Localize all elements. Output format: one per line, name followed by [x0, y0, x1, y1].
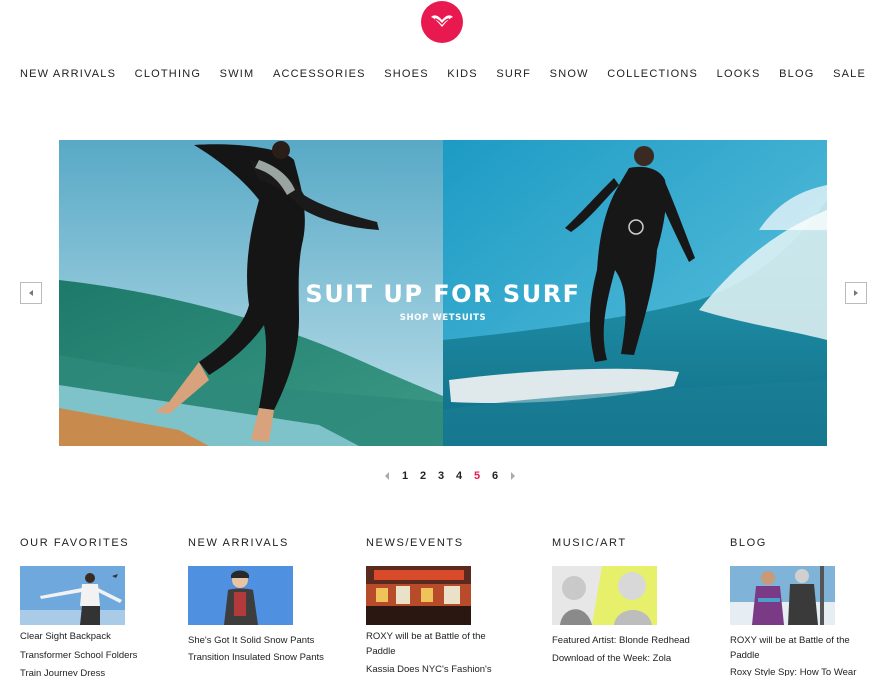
nav-surf[interactable]: SURF [496, 68, 531, 80]
nav-swim[interactable]: SWIM [220, 68, 255, 80]
hero-image [59, 140, 827, 446]
main-nav: NEW ARRIVALS CLOTHING SWIM ACCESSORIES S… [20, 66, 866, 82]
nav-shoes[interactable]: SHOES [384, 68, 429, 80]
roxy-logo[interactable] [421, 1, 463, 43]
music-image [552, 566, 657, 625]
nav-kids[interactable]: KIDS [447, 68, 477, 80]
pager-prev-button[interactable] [378, 472, 396, 480]
section-title: NEW ARRIVALS [188, 537, 289, 549]
favorites-link-1[interactable]: Clear Sight Backpack [20, 630, 170, 645]
chevron-right-icon [854, 290, 858, 296]
nav-looks[interactable]: LOOKS [717, 68, 761, 80]
favorites-image [20, 566, 125, 625]
blog-link-2[interactable]: Roxy Style Spy: How To Wear [730, 666, 880, 676]
hero-banner[interactable]: SUIT UP FOR SURF SHOP WETSUITS [59, 140, 827, 446]
blog-image [730, 566, 835, 625]
favorites-link-2[interactable]: Transformer School Folders [20, 649, 170, 664]
nav-snow[interactable]: SNOW [550, 68, 589, 80]
blog-thumbnail[interactable] [730, 566, 835, 625]
news-thumbnail[interactable] [366, 566, 471, 625]
nav-new-arrivals[interactable]: NEW ARRIVALS [20, 68, 116, 80]
section-title: MUSIC/ART [552, 537, 627, 549]
blog-section: BLOG ROXY will be at Battle of the Paddl… [730, 537, 880, 676]
arrivals-link-1[interactable]: She's Got It Solid Snow Pants [188, 634, 338, 649]
nav-collections[interactable]: COLLECTIONS [607, 68, 698, 80]
hero-next-button[interactable] [845, 282, 867, 304]
pager-page-6[interactable]: 6 [486, 470, 504, 482]
pager-page-3[interactable]: 3 [432, 470, 450, 482]
new-arrivals-section: NEW ARRIVALS She's Got It Solid Snow Pan… [188, 537, 338, 663]
nav-clothing[interactable]: CLOTHING [135, 68, 201, 80]
chevron-right-icon [511, 472, 515, 480]
section-title: OUR FAVORITES [20, 537, 130, 549]
shop-wetsuits-link[interactable]: SHOP WETSUITS [59, 313, 827, 323]
chevron-left-icon [385, 472, 389, 480]
news-link-1[interactable]: ROXY will be at Battle of the Paddle [366, 630, 516, 659]
arrivals-link-2[interactable]: Transition Insulated Snow Pants [188, 651, 338, 666]
favorites-link-3[interactable]: Train Journey Dress [20, 667, 170, 676]
carousel-pager: 1 2 3 4 5 6 [378, 468, 522, 484]
nav-accessories[interactable]: ACCESSORIES [273, 68, 366, 80]
chevron-left-icon [29, 290, 33, 296]
favorites-thumbnail[interactable] [20, 566, 125, 625]
music-link-1[interactable]: Featured Artist: Blonde Redhead [552, 634, 702, 649]
hero-prev-button[interactable] [20, 282, 42, 304]
music-link-2[interactable]: Download of the Week: Zola [552, 652, 702, 667]
heart-logo-icon [431, 15, 453, 27]
nav-sale[interactable]: SALE [833, 68, 866, 80]
news-image [366, 566, 471, 625]
nav-blog[interactable]: BLOG [779, 68, 814, 80]
music-thumbnail[interactable] [552, 566, 657, 625]
pager-page-1[interactable]: 1 [396, 470, 414, 482]
favorites-section: OUR FAVORITES Clear Sight Backpack Trans… [20, 537, 170, 676]
music-art-section: MUSIC/ART Featured Artist: Blonde Redhea… [552, 537, 702, 664]
arrivals-image [188, 566, 293, 625]
pager-page-5[interactable]: 5 [468, 470, 486, 482]
section-title: NEWS/EVENTS [366, 537, 464, 549]
blog-link-1[interactable]: ROXY will be at Battle of the Paddle [730, 634, 880, 663]
news-link-2[interactable]: Kassia Does NYC's Fashion's [366, 663, 516, 676]
news-events-section: NEWS/EVENTS ROXY will be at Battle of th… [366, 537, 526, 675]
section-title: BLOG [730, 537, 767, 549]
pager-next-button[interactable] [504, 472, 522, 480]
pager-page-4[interactable]: 4 [450, 470, 468, 482]
arrivals-thumbnail[interactable] [188, 566, 293, 625]
pager-page-2[interactable]: 2 [414, 470, 432, 482]
